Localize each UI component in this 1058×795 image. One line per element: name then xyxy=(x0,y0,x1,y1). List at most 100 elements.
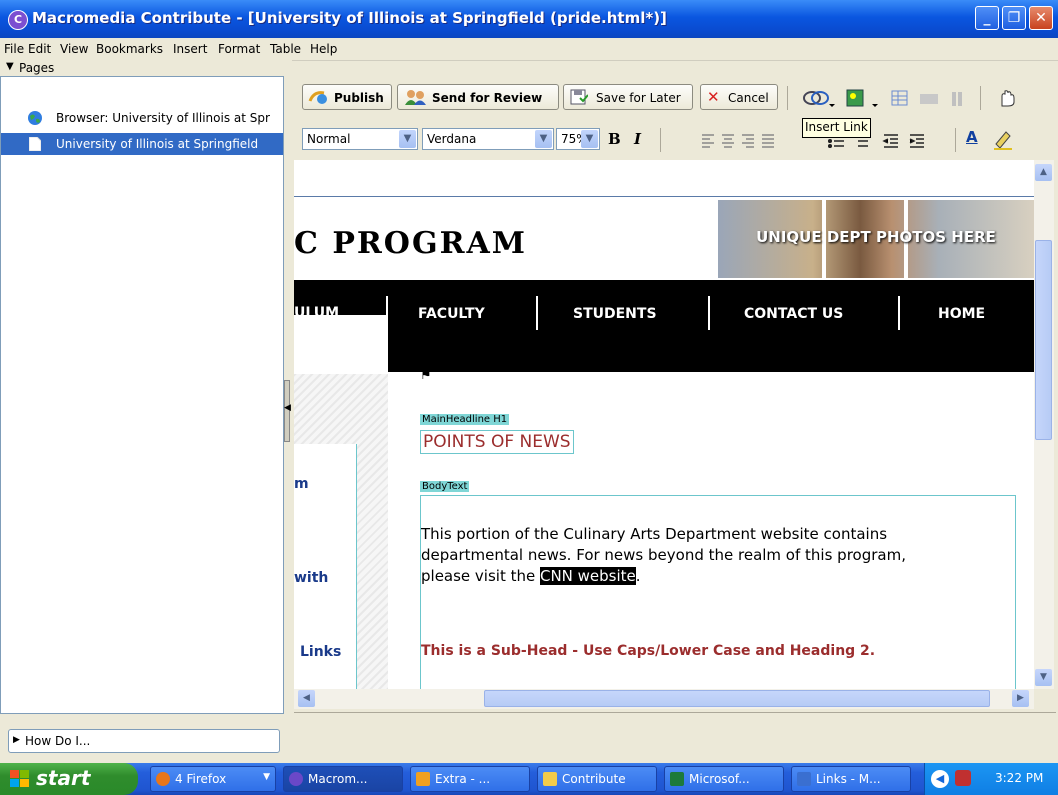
task-macromedia[interactable]: Macrom... xyxy=(283,766,403,792)
publish-label: Publish xyxy=(334,91,384,105)
contribute-icon xyxy=(289,772,303,786)
scroll-left-arrow[interactable]: ◀ xyxy=(298,690,315,707)
menu-edit[interactable]: Edit xyxy=(28,42,51,56)
insert-link-button[interactable] xyxy=(802,88,836,108)
bold-button[interactable]: B xyxy=(608,130,628,150)
nav-item-home[interactable]: HOME xyxy=(938,306,985,322)
task-firefox[interactable]: 4 Firefox ▼ xyxy=(150,766,276,792)
italic-button[interactable]: I xyxy=(634,130,654,150)
windows-logo-icon xyxy=(10,770,29,787)
side-link[interactable]: m xyxy=(294,476,309,492)
triangle-down-icon: ▼ xyxy=(6,61,14,72)
publish-button[interactable]: Publish xyxy=(302,84,392,110)
triangle-right-icon: ▶ xyxy=(13,735,20,745)
send-for-review-button[interactable]: Send for Review xyxy=(397,84,559,110)
nav-item-contact-us[interactable]: CONTACT US xyxy=(744,306,843,322)
document-editor[interactable]: C PROGRAM UNIQUE DEPT PHOTOS HERE ULUM F… xyxy=(294,160,1034,689)
start-label: start xyxy=(36,766,91,790)
pages-tree[interactable]: Browser: University of Illinois at Spr U… xyxy=(0,76,284,714)
task-links-word[interactable]: Links - M... xyxy=(791,766,911,792)
menu-bookmarks[interactable]: Bookmarks xyxy=(96,42,163,56)
tray-security-icon[interactable] xyxy=(955,770,971,786)
align-left-icon[interactable] xyxy=(700,130,718,148)
nav-item-students[interactable]: STUDENTS xyxy=(573,306,657,322)
taskbar: start 4 Firefox ▼ Macrom... Extra - ... … xyxy=(0,763,1058,795)
folder-icon xyxy=(543,772,557,786)
table-button[interactable] xyxy=(890,88,910,108)
nav-bar xyxy=(294,280,1034,372)
task-label: Links - M... xyxy=(816,772,881,786)
nav-item-faculty[interactable]: FACULTY xyxy=(418,306,485,322)
program-title: C PROGRAM xyxy=(294,226,527,261)
photos-placeholder-text: UNIQUE DEPT PHOTOS HERE xyxy=(756,228,996,246)
align-right-icon[interactable] xyxy=(740,130,758,148)
text-color-button[interactable]: A xyxy=(966,128,988,150)
firefox-icon xyxy=(156,772,170,786)
nav-item-curriculum[interactable]: ULUM xyxy=(294,305,339,321)
menu-table[interactable]: Table xyxy=(270,42,301,56)
tray-expand-icon[interactable]: ◀ xyxy=(931,770,949,788)
menu-insert[interactable]: Insert xyxy=(173,42,207,56)
excel-icon xyxy=(670,772,684,786)
insert-image-button[interactable] xyxy=(845,88,879,108)
nav-divider xyxy=(386,296,388,330)
menu-format[interactable]: Format xyxy=(218,42,260,56)
task-label: Microsof... xyxy=(689,772,750,786)
tree-item-browser[interactable]: Browser: University of Illinois at Spr xyxy=(1,107,283,129)
title-bar[interactable]: C Macromedia Contribute - [University of… xyxy=(0,0,1058,38)
save-for-later-button[interactable]: Save for Later xyxy=(563,84,693,110)
insert-link-tooltip: Insert Link xyxy=(802,118,871,138)
justify-icon[interactable] xyxy=(760,130,778,148)
size-select[interactable]: 75% ▼ xyxy=(556,128,600,150)
table-columns-button[interactable] xyxy=(948,88,972,108)
close-button[interactable]: ✕ xyxy=(1029,6,1053,30)
toolbar-divider xyxy=(660,128,661,152)
how-do-i-label: How Do I... xyxy=(25,734,91,748)
outdent-icon[interactable] xyxy=(880,130,902,148)
table-rows-button[interactable] xyxy=(918,88,942,108)
publish-icon xyxy=(308,91,327,104)
task-extra[interactable]: Extra - ... xyxy=(410,766,530,792)
body-line: This portion of the Culinary Arts Depart… xyxy=(421,525,888,543)
collapse-arrow-icon: ◀ xyxy=(284,403,291,413)
cnn-link[interactable]: CNN website xyxy=(539,567,636,585)
task-label: Contribute xyxy=(562,772,626,786)
word-icon xyxy=(797,772,811,786)
how-do-i-panel[interactable]: ▶ How Do I... xyxy=(8,729,280,753)
scroll-right-arrow[interactable]: ▶ xyxy=(1012,690,1029,707)
main-headline[interactable]: POINTS OF NEWS xyxy=(420,430,574,454)
highlight-pen-icon[interactable] xyxy=(992,130,1014,150)
start-button[interactable]: start xyxy=(0,763,138,795)
nav-divider xyxy=(536,296,538,330)
cancel-button[interactable]: ✕ Cancel xyxy=(700,84,778,110)
globe-icon xyxy=(28,111,42,125)
menu-help[interactable]: Help xyxy=(310,42,337,56)
sub-head[interactable]: This is a Sub-Head - Use Caps/Lower Case… xyxy=(421,643,875,659)
horizontal-scroll-thumb[interactable] xyxy=(484,690,990,707)
cancel-x-icon: ✕ xyxy=(707,88,720,106)
scroll-down-arrow[interactable]: ▼ xyxy=(1035,669,1052,686)
style-select[interactable]: Normal ▼ xyxy=(302,128,418,150)
chevron-down-icon: ▼ xyxy=(263,772,270,782)
send-for-review-label: Send for Review xyxy=(432,91,543,105)
nav-cutout xyxy=(294,315,388,375)
vertical-scroll-thumb[interactable] xyxy=(1035,240,1052,440)
indent-icon[interactable] xyxy=(906,130,928,148)
body-paragraph[interactable]: This portion of the Culinary Arts Depart… xyxy=(421,524,906,587)
task-microsoft-excel[interactable]: Microsof... xyxy=(664,766,784,792)
font-select[interactable]: Verdana ▼ xyxy=(422,128,554,150)
scroll-up-arrow[interactable]: ▲ xyxy=(1035,164,1052,181)
tree-item-page[interactable]: University of Illinois at Springfield xyxy=(1,133,283,155)
task-contribute-folder[interactable]: Contribute xyxy=(537,766,657,792)
side-link[interactable]: with xyxy=(294,570,328,586)
minimize-button[interactable]: _ xyxy=(975,6,999,30)
maximize-button[interactable]: ❐ xyxy=(1002,6,1026,30)
vertical-scrollbar[interactable]: ▲ ▼ xyxy=(1034,160,1054,689)
menu-view[interactable]: View xyxy=(60,42,88,56)
align-center-icon[interactable] xyxy=(720,130,738,148)
horizontal-scrollbar[interactable]: ◀ ▶ xyxy=(294,689,1034,709)
panel-splitter-handle[interactable]: ◀ xyxy=(284,380,291,442)
toolbar-divider xyxy=(955,128,956,152)
side-link[interactable]: Links xyxy=(300,644,341,660)
hand-tool-button[interactable] xyxy=(996,88,1020,108)
